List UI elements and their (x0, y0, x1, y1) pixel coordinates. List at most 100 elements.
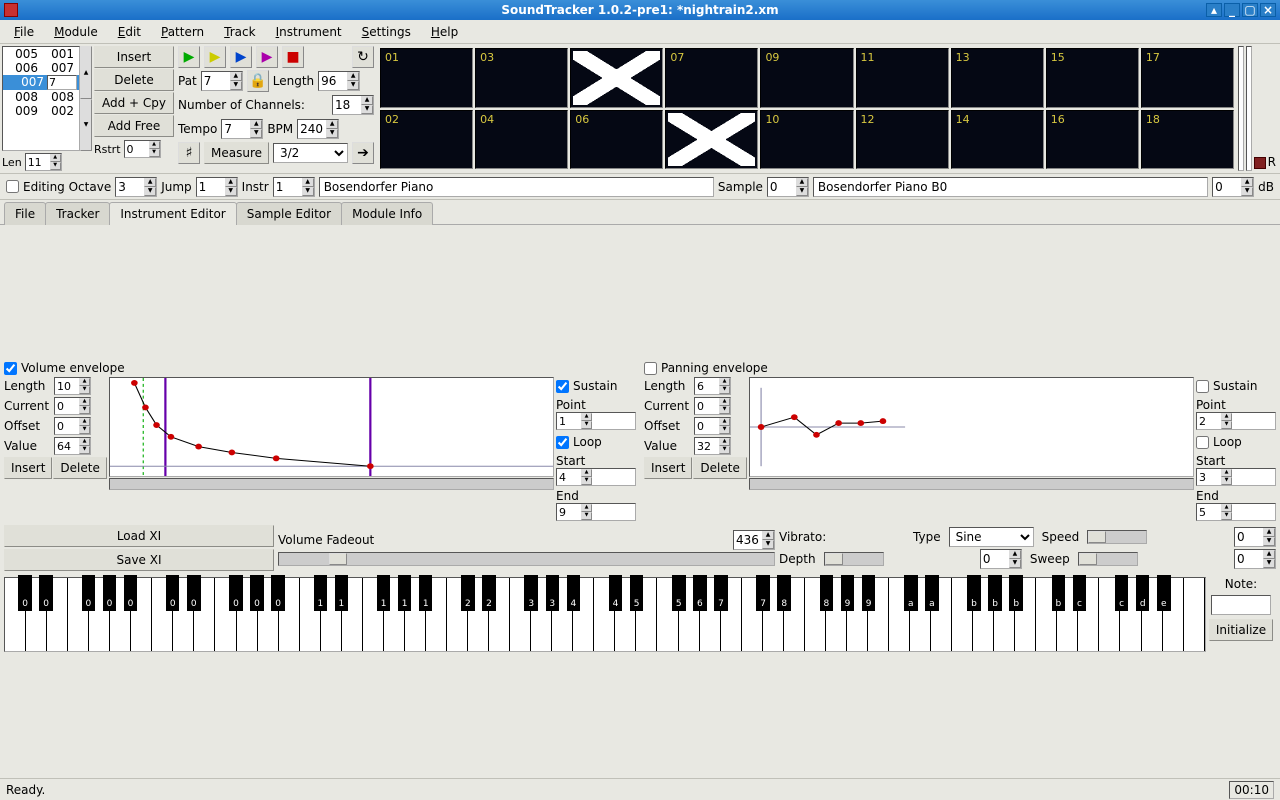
black-key[interactable]: 9 (862, 575, 875, 611)
vib-type-select[interactable]: Sine (949, 527, 1034, 547)
menu-help[interactable]: Help (421, 22, 468, 42)
sharp-icon[interactable]: ♯ (178, 142, 200, 164)
track-18[interactable]: 18 (1141, 110, 1234, 170)
vol-insert[interactable]: Insert (4, 457, 52, 479)
instr-input[interactable] (274, 180, 302, 194)
apply-icon[interactable]: ➔ (352, 142, 374, 164)
pan-point[interactable] (1197, 413, 1221, 429)
black-key[interactable]: 6 (693, 575, 706, 611)
editoct-input[interactable] (116, 180, 144, 194)
black-key[interactable]: 8 (820, 575, 833, 611)
order-row[interactable]: 005001 (3, 47, 79, 61)
track-02[interactable]: 02 (380, 110, 473, 170)
black-key[interactable]: 4 (567, 575, 580, 611)
black-key[interactable]: 8 (777, 575, 790, 611)
black-key[interactable]: 0 (124, 575, 137, 611)
vol-length[interactable] (55, 378, 79, 394)
track-11[interactable]: 11 (856, 48, 949, 108)
pan-scroll[interactable] (749, 478, 1194, 490)
black-key[interactable]: b (1052, 575, 1065, 611)
menu-module[interactable]: Module (44, 22, 108, 42)
measure-button[interactable]: Measure (204, 142, 269, 164)
black-key[interactable]: 3 (524, 575, 537, 611)
vib-sweep-slider[interactable] (1078, 552, 1138, 566)
len-input[interactable] (26, 154, 50, 170)
track-08[interactable]: 08 (665, 110, 758, 170)
track-12[interactable]: 12 (856, 110, 949, 170)
minimize2-button[interactable]: _ (1224, 3, 1240, 17)
piano-keyboard[interactable]: 000000000011111223344556778899aabbbbccde (4, 575, 1206, 631)
tab-file[interactable]: File (4, 202, 46, 225)
black-key[interactable]: 0 (39, 575, 52, 611)
pan-start[interactable] (1197, 469, 1221, 485)
menu-track[interactable]: Track (214, 22, 265, 42)
pan-insert[interactable]: Insert (644, 457, 692, 479)
track-07[interactable]: 07 (665, 48, 758, 108)
pan-delete[interactable]: Delete (693, 457, 746, 479)
black-key[interactable]: b (988, 575, 1001, 611)
order-up[interactable]: ▲ (80, 46, 92, 99)
black-key[interactable]: c (1115, 575, 1128, 611)
order-row[interactable]: 008008 (3, 90, 79, 104)
rstrt-input[interactable] (125, 141, 149, 157)
black-key[interactable]: 0 (250, 575, 263, 611)
initialize-button[interactable]: Initialize (1209, 619, 1273, 641)
save-xi-button[interactable]: Save XI (4, 549, 274, 571)
track-03[interactable]: 03 (475, 48, 568, 108)
play-pattern-button[interactable]: ▶ (204, 46, 226, 68)
vib-sweep-input[interactable] (1235, 552, 1263, 566)
vol-sustain-check[interactable] (556, 380, 569, 393)
pan-env-check[interactable] (644, 362, 657, 375)
tempo-input[interactable] (222, 122, 250, 136)
order-row[interactable]: 007 (3, 75, 79, 90)
vol-delete[interactable]: Delete (53, 457, 106, 479)
pan-length[interactable] (695, 378, 719, 394)
black-key[interactable]: 1 (335, 575, 348, 611)
track-13[interactable]: 13 (951, 48, 1044, 108)
black-key[interactable]: 4 (609, 575, 622, 611)
track-15[interactable]: 15 (1046, 48, 1139, 108)
track-01[interactable]: 01 (380, 48, 473, 108)
add-cpy-button[interactable]: Add + Cpy (94, 92, 174, 114)
load-xi-button[interactable]: Load XI (4, 525, 274, 547)
black-key[interactable]: 1 (377, 575, 390, 611)
tab-tracker[interactable]: Tracker (45, 202, 110, 225)
close-button[interactable]: × (1260, 3, 1276, 17)
black-key[interactable]: 0 (187, 575, 200, 611)
vol-offset[interactable] (55, 418, 79, 434)
black-key[interactable]: 2 (482, 575, 495, 611)
db-input[interactable] (1213, 180, 1241, 194)
track-05[interactable]: 05 (570, 48, 663, 108)
play-cursor-button[interactable]: ▶ (230, 46, 252, 68)
track-10[interactable]: 10 (760, 110, 853, 170)
delete-button[interactable]: Delete (94, 69, 174, 91)
editoct-check[interactable] (6, 180, 19, 193)
menu-file[interactable]: File (4, 22, 44, 42)
insert-button[interactable]: Insert (94, 46, 174, 68)
order-row[interactable]: 006007 (3, 61, 79, 75)
vol-end[interactable] (557, 504, 581, 520)
maximize-button[interactable]: ▢ (1242, 3, 1258, 17)
tab-instrument-editor[interactable]: Instrument Editor (109, 202, 236, 225)
black-key[interactable]: b (967, 575, 980, 611)
measure-select[interactable]: 3/2 (273, 143, 348, 163)
play-button[interactable]: ▶ (178, 46, 200, 68)
black-key[interactable]: 7 (714, 575, 727, 611)
black-key[interactable]: 2 (461, 575, 474, 611)
menu-settings[interactable]: Settings (352, 22, 421, 42)
record-indicator[interactable]: R (1252, 46, 1278, 171)
pan-current[interactable] (695, 398, 719, 414)
track-09[interactable]: 09 (760, 48, 853, 108)
tab-module-info[interactable]: Module Info (341, 202, 433, 225)
menu-pattern[interactable]: Pattern (151, 22, 214, 42)
vol-env-check[interactable] (4, 362, 17, 375)
black-key[interactable]: 7 (756, 575, 769, 611)
jump-input[interactable] (197, 180, 225, 194)
black-key[interactable]: 0 (271, 575, 284, 611)
vol-loop-check[interactable] (556, 436, 569, 449)
note-input[interactable] (1211, 595, 1271, 615)
instr-name-input[interactable] (319, 177, 714, 197)
pan-loop-check[interactable] (1196, 436, 1209, 449)
menu-edit[interactable]: Edit (108, 22, 151, 42)
white-key[interactable] (1184, 578, 1205, 651)
